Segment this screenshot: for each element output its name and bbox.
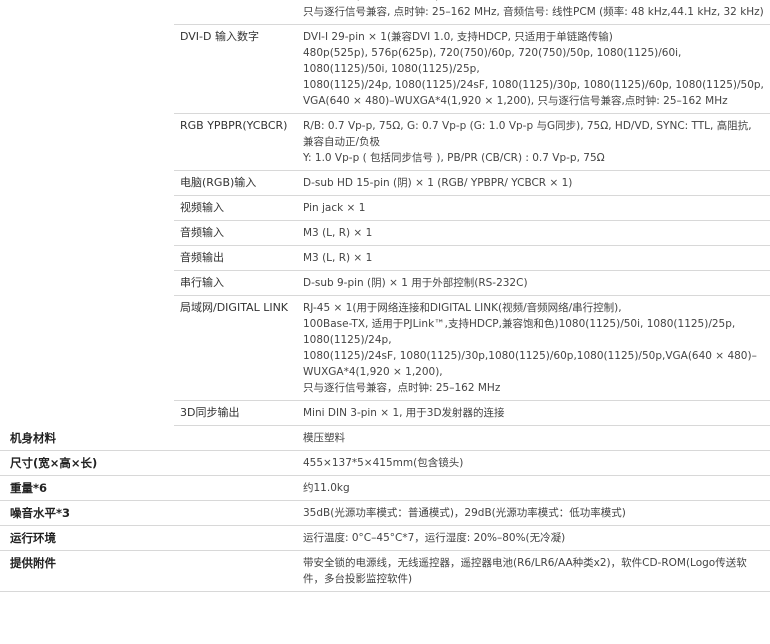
- spec-item-label: [174, 525, 298, 551]
- spec-table: WUXGA*4(1,920 × 1,200),只与逐行信号兼容, 点时钟: 25…: [0, 0, 770, 592]
- spec-value: M3 (L, R) × 1: [298, 220, 770, 246]
- spec-item-label: 视频输入: [174, 195, 298, 221]
- spec-value-line: 35dB(光源功率模式：普通模式)，29dB(光源功率模式：低功率模式): [303, 507, 626, 519]
- spec-item-label: RGB YPBPR(YCBCR): [174, 113, 298, 171]
- spec-value-line: D-sub HD 15-pin (阴) × 1 (RGB/ YPBPR/ YCB…: [303, 177, 573, 189]
- spec-value-line: 480p(525p), 576p(625p), 720(750)/60p, 72…: [303, 47, 682, 75]
- spec-row: 尺寸(宽×高×长) 455×137*5×415mm(包含镜头): [0, 450, 770, 476]
- spec-group-label: [0, 271, 174, 296]
- spec-group-label: 机身材料: [0, 425, 174, 451]
- spec-value: RJ-45 × 1(用于网络连接和DIGITAL LINK(视频/音频网络/串行…: [298, 295, 770, 401]
- spec-value-line: DVI-I 29-pin × 1(兼容DVI 1.0, 支持HDCP, 只适用于…: [303, 31, 613, 43]
- spec-value: 455×137*5×415mm(包含镜头): [298, 450, 770, 476]
- spec-item-label: [174, 550, 298, 592]
- spec-row: 电脑(RGB)输入 D-sub HD 15-pin (阴) × 1 (RGB/ Y…: [0, 170, 770, 196]
- spec-row: 提供附件 带安全锁的电源线，无线遥控器，遥控器电池(R6/LR6/AA种类x2)，…: [0, 550, 770, 592]
- spec-group-label: [0, 114, 174, 171]
- spec-value: 约11.0kg: [298, 475, 770, 501]
- spec-value: M3 (L, R) × 1: [298, 245, 770, 271]
- spec-item-label: 串行输入: [174, 270, 298, 296]
- spec-row: 局域网/DIGITAL LINK RJ-45 × 1(用于网络连接和DIGITAL…: [0, 295, 770, 401]
- spec-value-line: 455×137*5×415mm(包含镜头): [303, 457, 464, 469]
- spec-item-label: [174, 450, 298, 476]
- spec-group-label: [0, 296, 174, 401]
- spec-group-label: [0, 25, 174, 114]
- spec-row: RGB YPBPR(YCBCR) R/B: 0.7 Vp-p, 75Ω, G: 0…: [0, 113, 770, 171]
- spec-row: 重量*6 约11.0kg: [0, 475, 770, 501]
- spec-value: R/B: 0.7 Vp-p, 75Ω, G: 0.7 Vp-p (G: 1.0 …: [298, 113, 770, 171]
- spec-group-label: 运行环境: [0, 525, 174, 551]
- spec-value: Mini DIN 3-pin × 1, 用于3D发射器的连接: [298, 400, 770, 426]
- spec-value-line: M3 (L, R) × 1: [303, 227, 373, 239]
- spec-group-label: 重量*6: [0, 475, 174, 501]
- spec-row: WUXGA*4(1,920 × 1,200),只与逐行信号兼容, 点时钟: 25…: [0, 0, 770, 25]
- spec-value-line: 约11.0kg: [303, 482, 350, 494]
- spec-value-line: 只与逐行信号兼容，点时钟: 25–162 MHz: [303, 382, 501, 394]
- spec-item-label: 音频输出: [174, 245, 298, 271]
- spec-item-label: 局域网/DIGITAL LINK: [174, 295, 298, 401]
- spec-row: 3D同步输出 Mini DIN 3-pin × 1, 用于3D发射器的连接: [0, 400, 770, 426]
- spec-group-label: [0, 171, 174, 196]
- spec-value-line: Pin jack × 1: [303, 202, 366, 214]
- spec-group-label: [0, 401, 174, 426]
- spec-value: 35dB(光源功率模式：普通模式)，29dB(光源功率模式：低功率模式): [298, 500, 770, 526]
- spec-item-label: DVI-D 输入数字: [174, 24, 298, 114]
- spec-value-line: 模压塑料: [303, 432, 345, 444]
- spec-value-line: 带安全锁的电源线，无线遥控器，遥控器电池(R6/LR6/AA种类x2)，软件CD…: [303, 557, 747, 585]
- spec-item-label: 电脑(RGB)输入: [174, 170, 298, 196]
- spec-value-line: RJ-45 × 1(用于网络连接和DIGITAL LINK(视频/音频网络/串行…: [303, 302, 622, 314]
- spec-item-label: [174, 500, 298, 526]
- spec-row: 运行环境 运行温度: 0°C–45°C*7，运行湿度: 20%–80%(无冷凝): [0, 525, 770, 551]
- spec-value: Pin jack × 1: [298, 195, 770, 221]
- spec-value: 模压塑料: [298, 425, 770, 451]
- spec-row: 视频输入 Pin jack × 1: [0, 195, 770, 221]
- spec-group-label: [0, 196, 174, 221]
- spec-table-body: WUXGA*4(1,920 × 1,200),只与逐行信号兼容, 点时钟: 25…: [0, 0, 770, 592]
- spec-item-label: [174, 0, 298, 25]
- spec-group-label: [0, 246, 174, 271]
- spec-value: D-sub HD 15-pin (阴) × 1 (RGB/ YPBPR/ YCB…: [298, 170, 770, 196]
- spec-row: 音频输出 M3 (L, R) × 1: [0, 245, 770, 271]
- spec-value: 带安全锁的电源线，无线遥控器，遥控器电池(R6/LR6/AA种类x2)，软件CD…: [298, 550, 770, 592]
- spec-value: WUXGA*4(1,920 × 1,200),只与逐行信号兼容, 点时钟: 25…: [298, 0, 770, 25]
- spec-group-label: 噪音水平*3: [0, 500, 174, 526]
- spec-value-line: 运行温度: 0°C–45°C*7，运行湿度: 20%–80%(无冷凝): [303, 532, 566, 544]
- spec-value: D-sub 9-pin (阴) × 1 用于外部控制(RS-232C): [298, 270, 770, 296]
- spec-group-label: 提供附件: [0, 550, 174, 592]
- spec-value-line: 只与逐行信号兼容, 点时钟: 25–162 MHz, 音频信号: 线性PCM (…: [303, 6, 764, 18]
- spec-row: 串行输入 D-sub 9-pin (阴) × 1 用于外部控制(RS-232C): [0, 270, 770, 296]
- spec-value-line: D-sub 9-pin (阴) × 1 用于外部控制(RS-232C): [303, 277, 528, 289]
- spec-value-line: R/B: 0.7 Vp-p, 75Ω, G: 0.7 Vp-p (G: 1.0 …: [303, 120, 752, 148]
- spec-row: DVI-D 输入数字 DVI-I 29-pin × 1(兼容DVI 1.0, 支持…: [0, 24, 770, 114]
- spec-item-label: 音频输入: [174, 220, 298, 246]
- spec-item-label: [174, 475, 298, 501]
- spec-row: 音频输入 M3 (L, R) × 1: [0, 220, 770, 246]
- spec-value-line: M3 (L, R) × 1: [303, 252, 373, 264]
- spec-group-label: 尺寸(宽×高×长): [0, 450, 174, 476]
- spec-value: 运行温度: 0°C–45°C*7，运行湿度: 20%–80%(无冷凝): [298, 525, 770, 551]
- spec-item-label: [174, 425, 298, 451]
- spec-value-line: 100Base-TX, 适用于PJLink™,支持HDCP,兼容饱和色)1080…: [303, 318, 736, 346]
- spec-row: 机身材料 模压塑料: [0, 425, 770, 451]
- spec-value-line: Y: 1.0 Vp-p ( 包括同步信号 ), PB/PR (CB/CR) : …: [303, 152, 605, 164]
- spec-group-label: [0, 221, 174, 246]
- spec-row: 噪音水平*3 35dB(光源功率模式：普通模式)，29dB(光源功率模式：低功率模…: [0, 500, 770, 526]
- spec-value-line: VGA(640 × 480)–WUXGA*4(1,920 × 1,200), 只…: [303, 95, 728, 107]
- spec-group-label: [0, 0, 174, 25]
- spec-value-line: 1080(1125)/24sF, 1080(1125)/30p,1080(112…: [303, 350, 757, 378]
- spec-item-label: 3D同步输出: [174, 400, 298, 426]
- spec-value-line: Mini DIN 3-pin × 1, 用于3D发射器的连接: [303, 407, 505, 419]
- spec-value: DVI-I 29-pin × 1(兼容DVI 1.0, 支持HDCP, 只适用于…: [298, 24, 770, 114]
- spec-value-line: 1080(1125)/24p, 1080(1125)/24sF, 1080(11…: [303, 79, 764, 91]
